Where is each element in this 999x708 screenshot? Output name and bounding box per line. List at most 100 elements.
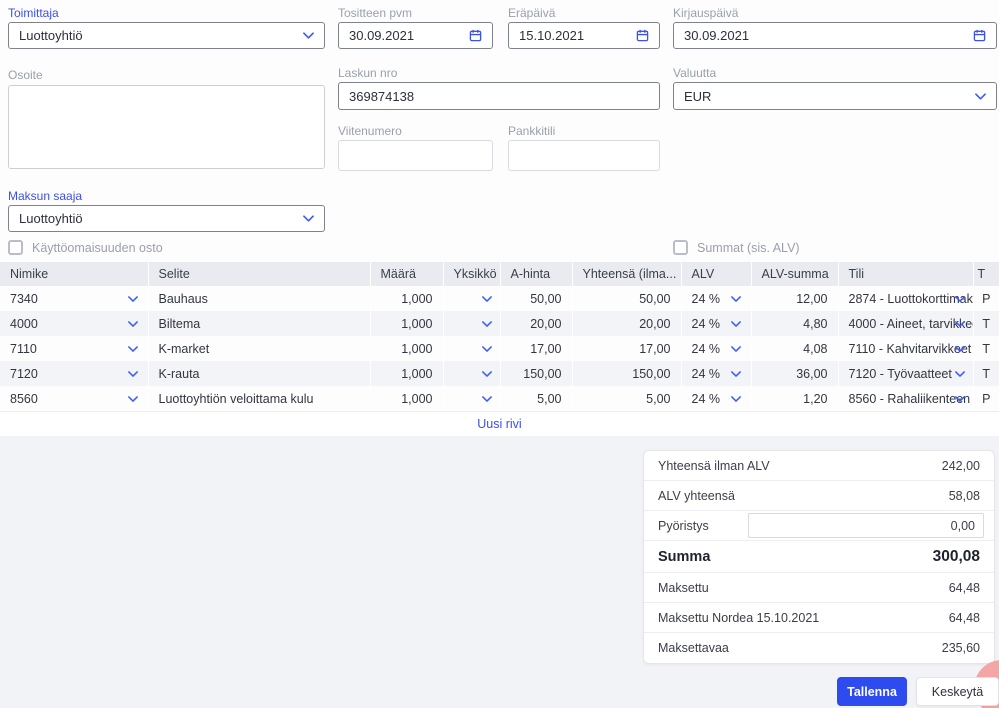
chevron-down-icon: [731, 396, 741, 402]
alv-summa-cell[interactable]: 4,80: [751, 311, 838, 336]
alv-value: 24 %: [692, 367, 721, 381]
nimike-select[interactable]: 7340: [0, 286, 148, 311]
a-hinta-cell[interactable]: 150,00: [500, 361, 572, 386]
col-header-t[interactable]: T: [973, 262, 999, 286]
alv-summa-cell[interactable]: 36,00: [751, 361, 838, 386]
col-header-a-hinta[interactable]: A-hinta: [500, 262, 572, 286]
yhteensa-cell[interactable]: 17,00: [572, 336, 681, 361]
new-row-link[interactable]: Uusi rivi: [477, 417, 521, 431]
selite-cell[interactable]: K-market: [148, 336, 370, 361]
save-button[interactable]: Tallenna: [837, 677, 907, 706]
currency-select[interactable]: EUR: [673, 82, 997, 110]
chevron-down-icon: [482, 396, 492, 402]
invoice-lines-table: Nimike Selite Määrä Yksikkö A-hinta Yhte…: [0, 262, 999, 411]
maara-cell[interactable]: 1,000: [370, 386, 443, 411]
type-cell[interactable]: T: [973, 311, 999, 336]
col-header-yksikko[interactable]: Yksikkö: [443, 262, 500, 286]
reference-number-input[interactable]: [349, 148, 482, 163]
type-cell[interactable]: T: [973, 336, 999, 361]
sums-incl-vat-checkbox-label: Summat (sis. ALV): [697, 241, 800, 255]
chevron-down-icon: [482, 296, 492, 302]
document-date-input[interactable]: 30.09.2021: [338, 22, 493, 49]
yhteensa-cell[interactable]: 5,00: [572, 386, 681, 411]
col-header-alv[interactable]: ALV: [681, 262, 751, 286]
alv-select[interactable]: 24 %: [681, 311, 751, 336]
calendar-icon[interactable]: [469, 29, 482, 42]
chevron-down-icon: [731, 321, 741, 327]
col-header-tili[interactable]: Tili: [838, 262, 973, 286]
table-row: 8560 Luottoyhtiön veloittama kulu 1,000 …: [0, 386, 999, 411]
invoice-number-input[interactable]: [349, 89, 649, 104]
nimike-select[interactable]: 7120: [0, 361, 148, 386]
selite-cell[interactable]: Luottoyhtiön veloittama kulu: [148, 386, 370, 411]
supplier-label[interactable]: Toimittaja: [8, 6, 59, 20]
selite-cell[interactable]: K-rauta: [148, 361, 370, 386]
rounding-input[interactable]: [748, 513, 984, 538]
tili-select[interactable]: 7110 - Kahvitarvikkeet: [838, 336, 973, 361]
yhteensa-cell[interactable]: 20,00: [572, 311, 681, 336]
calendar-icon[interactable]: [973, 29, 986, 42]
yksikko-select[interactable]: [443, 386, 500, 411]
grand-total-value: 300,08: [933, 548, 980, 566]
fixed-asset-checkbox[interactable]: [8, 240, 23, 255]
col-header-alv-summa[interactable]: ALV-summa: [751, 262, 838, 286]
address-textarea[interactable]: [8, 85, 325, 169]
a-hinta-cell[interactable]: 5,00: [500, 386, 572, 411]
tili-select[interactable]: 7120 - Työvaatteet: [838, 361, 973, 386]
paid-row: Maksettu 64,48: [644, 573, 994, 603]
alv-summa-cell[interactable]: 12,00: [751, 286, 838, 311]
alv-value: 24 %: [692, 317, 721, 331]
due-date-input[interactable]: 15.10.2021: [508, 22, 660, 49]
col-header-yhteensa[interactable]: Yhteensä (ilma...: [572, 262, 681, 286]
supplier-select[interactable]: Luottoyhtiö: [8, 22, 325, 49]
a-hinta-cell[interactable]: 17,00: [500, 336, 572, 361]
nimike-select[interactable]: 4000: [0, 311, 148, 336]
maara-cell[interactable]: 1,000: [370, 361, 443, 386]
type-cell[interactable]: T: [973, 361, 999, 386]
yhteensa-cell[interactable]: 50,00: [572, 286, 681, 311]
entry-date-input[interactable]: 30.09.2021: [673, 22, 997, 49]
bank-account-input[interactable]: [519, 148, 649, 163]
col-header-maara[interactable]: Määrä: [370, 262, 443, 286]
supplier-value: Luottoyhtiö: [19, 28, 295, 43]
yhteensa-cell[interactable]: 150,00: [572, 361, 681, 386]
a-hinta-cell[interactable]: 20,00: [500, 311, 572, 336]
sums-incl-vat-checkbox-row: Summat (sis. ALV): [673, 240, 800, 255]
alv-select[interactable]: 24 %: [681, 361, 751, 386]
paid-nordea-row: Maksettu Nordea 15.10.2021 64,48: [644, 603, 994, 633]
payee-select[interactable]: Luottoyhtiö: [8, 205, 325, 232]
alv-select[interactable]: 24 %: [681, 386, 751, 411]
tili-select[interactable]: 8560 - Rahaliikenteen kul: [838, 386, 973, 411]
maara-cell[interactable]: 1,000: [370, 336, 443, 361]
nimike-select[interactable]: 8560: [0, 386, 148, 411]
yksikko-select[interactable]: [443, 361, 500, 386]
tili-select[interactable]: 4000 - Aineet, tarvikkeet: [838, 311, 973, 336]
col-header-selite[interactable]: Selite: [148, 262, 370, 286]
alv-summa-cell[interactable]: 1,20: [751, 386, 838, 411]
table-row: 7340 Bauhaus 1,000 50,00 50,00 24 % 12,0…: [0, 286, 999, 311]
yksikko-select[interactable]: [443, 286, 500, 311]
yksikko-select[interactable]: [443, 336, 500, 361]
alv-select[interactable]: 24 %: [681, 286, 751, 311]
type-cell[interactable]: P: [973, 386, 999, 411]
table-header-row: Nimike Selite Määrä Yksikkö A-hinta Yhte…: [0, 262, 999, 286]
a-hinta-cell[interactable]: 50,00: [500, 286, 572, 311]
yksikko-select[interactable]: [443, 311, 500, 336]
cancel-button[interactable]: Keskeytä: [916, 677, 999, 706]
payee-label[interactable]: Maksun saaja: [8, 189, 82, 203]
maara-cell[interactable]: 1,000: [370, 286, 443, 311]
table-row: 7110 K-market 1,000 17,00 17,00 24 % 4,0…: [0, 336, 999, 361]
sums-incl-vat-checkbox[interactable]: [673, 240, 688, 255]
selite-cell[interactable]: Bauhaus: [148, 286, 370, 311]
tili-select[interactable]: 2874 - Luottokorttimaks: [838, 286, 973, 311]
type-cell[interactable]: P: [973, 286, 999, 311]
selite-cell[interactable]: Biltema: [148, 311, 370, 336]
alv-summa-cell[interactable]: 4,08: [751, 336, 838, 361]
alv-select[interactable]: 24 %: [681, 336, 751, 361]
col-header-nimike[interactable]: Nimike: [0, 262, 148, 286]
calendar-icon[interactable]: [636, 29, 649, 42]
chevron-down-icon: [303, 32, 314, 39]
maara-cell[interactable]: 1,000: [370, 311, 443, 336]
nimike-select[interactable]: 7110: [0, 336, 148, 361]
invoice-number-label: Laskun nro: [338, 66, 397, 80]
